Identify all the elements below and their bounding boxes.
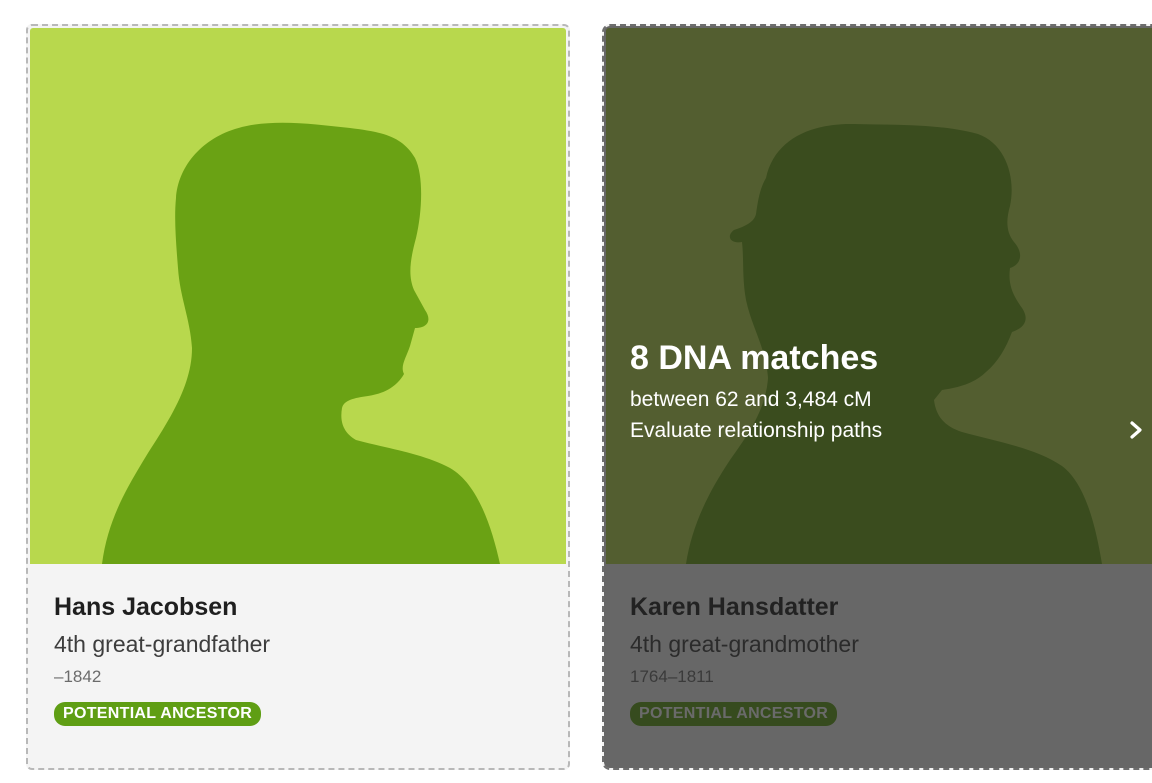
ancestor-info: Hans Jacobsen 4th great-grandfather –184… [28,564,568,768]
relationship-label: 4th great-grandmother [630,631,859,657]
life-years: –1842 [54,667,102,686]
evaluate-paths-link[interactable]: Evaluate relationship paths [630,417,1142,444]
ancestor-photo [30,28,566,564]
dna-cm-range: between 62 and 3,484 cM [630,388,872,411]
ancestor-info: Karen Hansdatter 4th great-grandmother 1… [604,564,1152,768]
ancestor-card-karen-hansdatter[interactable]: Karen Hansdatter 4th great-grandmother 1… [602,24,1152,770]
potential-ancestor-badge: POTENTIAL ANCESTOR [630,702,838,726]
ancestor-photo [606,28,1152,564]
male-silhouette-icon [30,28,566,564]
ancestor-name[interactable]: Hans Jacobsen [54,592,568,622]
evaluate-paths-label: Evaluate relationship paths [630,419,883,442]
female-silhouette-icon [606,28,1152,564]
dna-matches-overlay[interactable]: 8 DNA matches between 62 and 3,484 cM Ev… [630,338,1142,444]
relationship-label: 4th great-grandfather [54,631,271,657]
chevron-right-icon [1130,421,1142,439]
life-years: 1764–1811 [630,667,714,686]
potential-ancestor-badge: POTENTIAL ANCESTOR [54,702,262,726]
ancestor-name[interactable]: Karen Hansdatter [630,592,1152,622]
ancestor-cards: Hans Jacobsen 4th great-grandfather –184… [0,0,1152,783]
ancestor-card-hans-jacobsen[interactable]: Hans Jacobsen 4th great-grandfather –184… [26,24,570,770]
dna-match-count: 8 DNA matches [630,339,879,377]
